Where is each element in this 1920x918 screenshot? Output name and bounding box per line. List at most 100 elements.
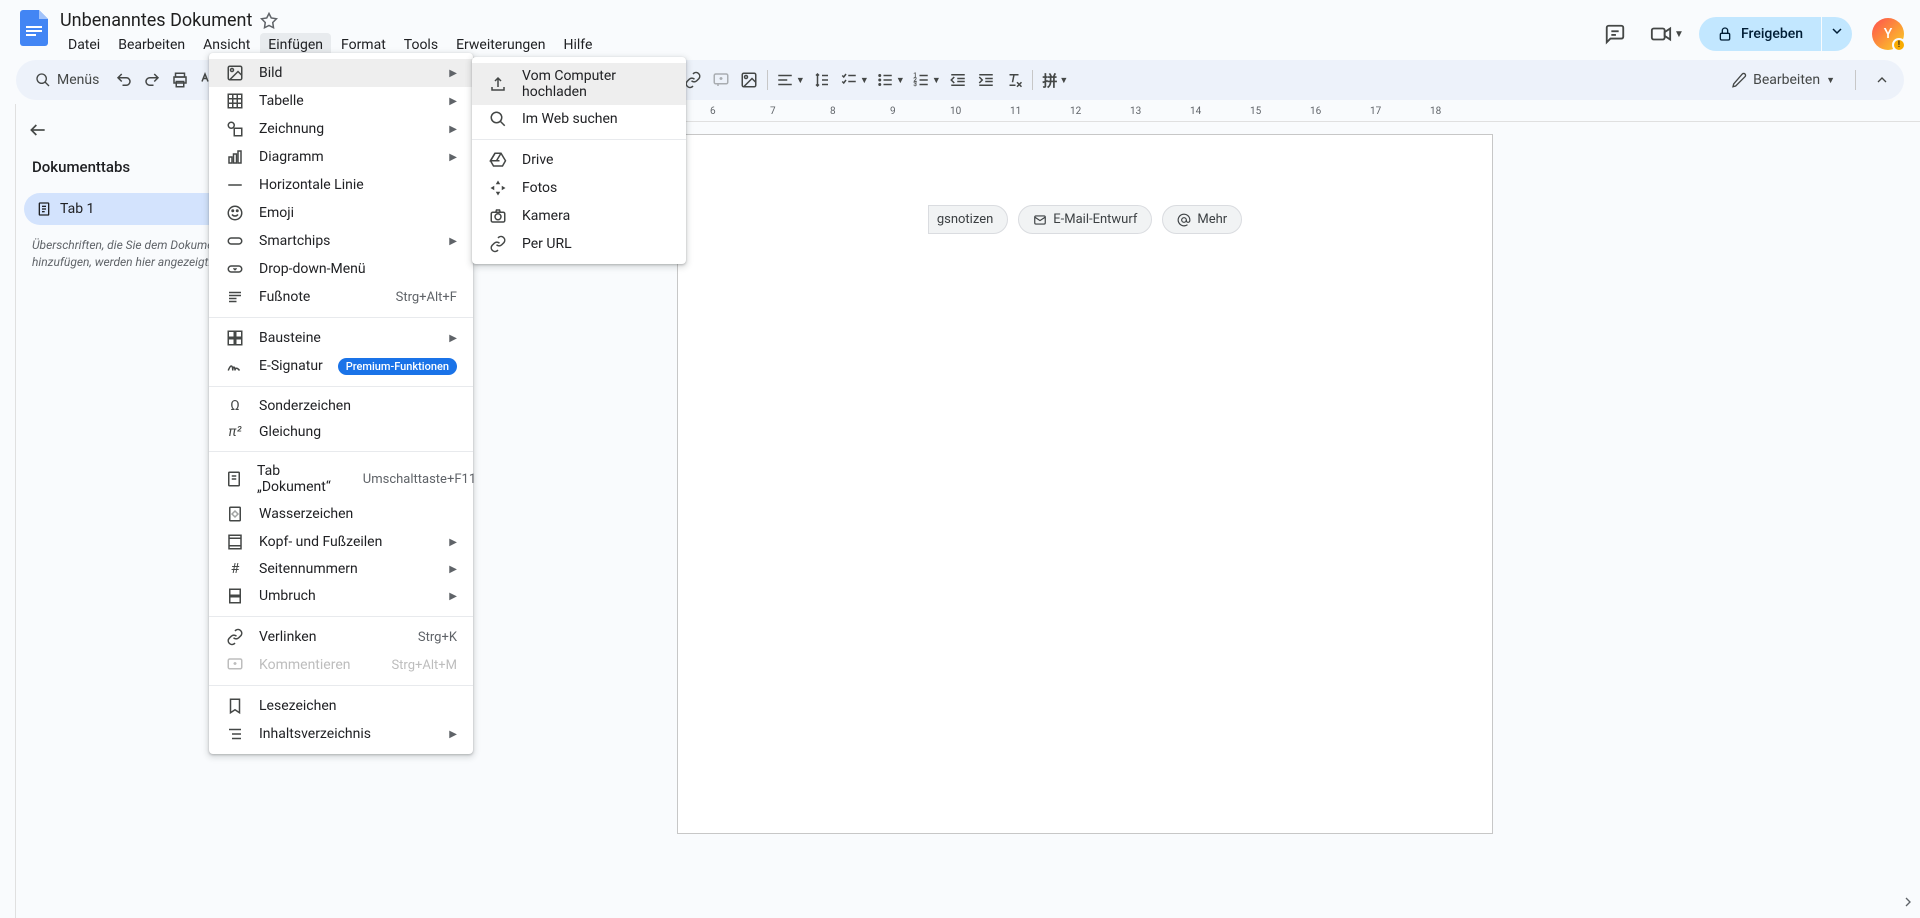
image-photos[interactable]: Fotos (472, 174, 686, 202)
link-icon (488, 235, 508, 253)
insert-drawing[interactable]: Zeichnung ▶ (209, 115, 473, 143)
share-dropdown[interactable] (1822, 17, 1852, 51)
emoji-icon (225, 204, 245, 222)
menu-edit[interactable]: Bearbeiten (110, 33, 193, 57)
page[interactable]: gsnotizen E-Mail-Entwurf Mehr (677, 134, 1493, 834)
insert-table[interactable]: Tabelle ▶ (209, 87, 473, 115)
menu-help[interactable]: Hilfe (555, 33, 600, 57)
insert-special-chars[interactable]: Ω Sonderzeichen (209, 393, 473, 419)
chips-row: gsnotizen E-Mail-Entwurf Mehr (678, 135, 1492, 254)
insert-tab-doc[interactable]: Tab „Dokument“ Umschalttaste+F11 (209, 458, 473, 500)
insert-headers-footers[interactable]: Kopf- und Fußzeilen ▶ (209, 528, 473, 556)
menu-search[interactable]: Menüs (24, 67, 110, 93)
title-area: Unbenanntes Dokument Datei Bearbeiten An… (60, 10, 1595, 57)
chip-notes[interactable]: gsnotizen (928, 205, 1008, 234)
avatar-letter: Y (1884, 26, 1893, 42)
comment-icon[interactable] (707, 66, 735, 94)
insert-hline[interactable]: Horizontale Linie (209, 171, 473, 199)
insert-equation[interactable]: π² Gleichung (209, 419, 473, 445)
image-url[interactable]: Per URL (472, 230, 686, 258)
dropdown-icon (225, 260, 245, 278)
image-icon[interactable] (735, 66, 763, 94)
comments-icon[interactable] (1595, 14, 1635, 54)
avatar[interactable]: Y ! (1872, 18, 1904, 50)
insert-chart[interactable]: Diagramm ▶ (209, 143, 473, 171)
tabs-title: Dokumenttabs (32, 158, 130, 176)
bookmark-icon (225, 697, 245, 715)
clear-format-icon[interactable] (1000, 66, 1028, 94)
equation-icon: π² (225, 424, 245, 440)
chip-email[interactable]: E-Mail-Entwurf (1018, 205, 1152, 234)
link-icon (225, 628, 245, 646)
doc-icon (225, 470, 243, 488)
drawing-icon (225, 120, 245, 138)
hash-icon: # (225, 561, 245, 577)
share-button[interactable]: Freigeben (1699, 17, 1821, 51)
image-submenu: Vom Computer hochladen Im Web suchen Dri… (472, 57, 686, 264)
image-drive[interactable]: Drive (472, 146, 686, 174)
insert-bookmark[interactable]: Lesezeichen (209, 692, 473, 720)
hline-icon (225, 176, 245, 194)
comment-icon (225, 656, 245, 674)
collapse-icon[interactable] (1868, 66, 1896, 94)
indent-increase-icon[interactable] (972, 66, 1000, 94)
insert-comment: Kommentieren Strg+Alt+M (209, 651, 473, 679)
image-camera[interactable]: Kamera (472, 202, 686, 230)
header-footer-icon (225, 533, 245, 551)
chart-icon (225, 148, 245, 166)
at-icon (1177, 213, 1191, 227)
insert-watermark[interactable]: Wasserzeichen (209, 500, 473, 528)
header: Unbenanntes Dokument Datei Bearbeiten An… (0, 0, 1920, 56)
break-icon (225, 587, 245, 605)
insert-dropdown-menu[interactable]: Drop-down-Menü (209, 255, 473, 283)
insert-page-numbers[interactable]: # Seitennummern ▶ (209, 556, 473, 582)
signature-icon (225, 357, 245, 375)
submenu-arrow-icon: ▶ (449, 68, 457, 79)
bulleted-list-icon[interactable]: ▼ (872, 66, 908, 94)
insert-image[interactable]: Bild ▶ (209, 59, 473, 87)
table-icon (225, 92, 245, 110)
line-spacing-icon[interactable] (808, 66, 836, 94)
insert-link[interactable]: Verlinken Strg+K (209, 623, 473, 651)
avatar-badge-icon: ! (1892, 38, 1906, 52)
edit-mode-label: Bearbeiten (1753, 72, 1820, 88)
insert-break[interactable]: Umbruch ▶ (209, 582, 473, 610)
toc-icon (225, 725, 245, 743)
drive-icon (488, 151, 508, 169)
undo-icon[interactable] (110, 66, 138, 94)
footnote-icon (225, 288, 245, 306)
insert-smartchips[interactable]: Smartchips ▶ (209, 227, 473, 255)
editing-mode[interactable]: Bearbeiten ▼ (1723, 68, 1843, 92)
input-tools-icon[interactable]: 拼▼ (1037, 66, 1073, 94)
meet-icon[interactable]: ▼ (1647, 14, 1687, 54)
print-icon[interactable] (166, 66, 194, 94)
insert-toc[interactable]: Inhaltsverzeichnis ▶ (209, 720, 473, 748)
align-icon[interactable]: ▼ (772, 66, 808, 94)
document-title[interactable]: Unbenanntes Dokument (60, 10, 252, 31)
svg-text:3: 3 (913, 81, 916, 88)
camera-icon (488, 207, 508, 225)
chip-more[interactable]: Mehr (1162, 205, 1242, 234)
insert-emoji[interactable]: Emoji (209, 199, 473, 227)
redo-icon[interactable] (138, 66, 166, 94)
premium-badge: Premium-Funktionen (338, 358, 457, 375)
omega-icon: Ω (225, 398, 245, 414)
explore-icon[interactable] (1900, 894, 1916, 910)
share-label: Freigeben (1741, 26, 1803, 42)
insert-esignature[interactable]: E-Signatur Premium-Funktionen (209, 352, 473, 380)
docs-logo[interactable] (16, 10, 52, 46)
image-upload[interactable]: Vom Computer hochladen (472, 63, 686, 105)
watermark-icon (225, 505, 245, 523)
star-icon[interactable] (260, 12, 278, 30)
search-icon (488, 110, 508, 128)
indent-decrease-icon[interactable] (944, 66, 972, 94)
image-icon (225, 64, 245, 82)
menu-file[interactable]: Datei (60, 33, 108, 57)
checklist-icon[interactable]: ▼ (836, 66, 872, 94)
insert-blocks[interactable]: Bausteine ▶ (209, 324, 473, 352)
smartchips-icon (225, 232, 245, 250)
insert-footnote[interactable]: Fußnote Strg+Alt+F (209, 283, 473, 311)
image-web-search[interactable]: Im Web suchen (472, 105, 686, 133)
insert-dropdown: Bild ▶ Tabelle ▶ Zeichnung ▶ Diagramm ▶ … (209, 53, 473, 754)
numbered-list-icon[interactable]: 123▼ (908, 66, 944, 94)
